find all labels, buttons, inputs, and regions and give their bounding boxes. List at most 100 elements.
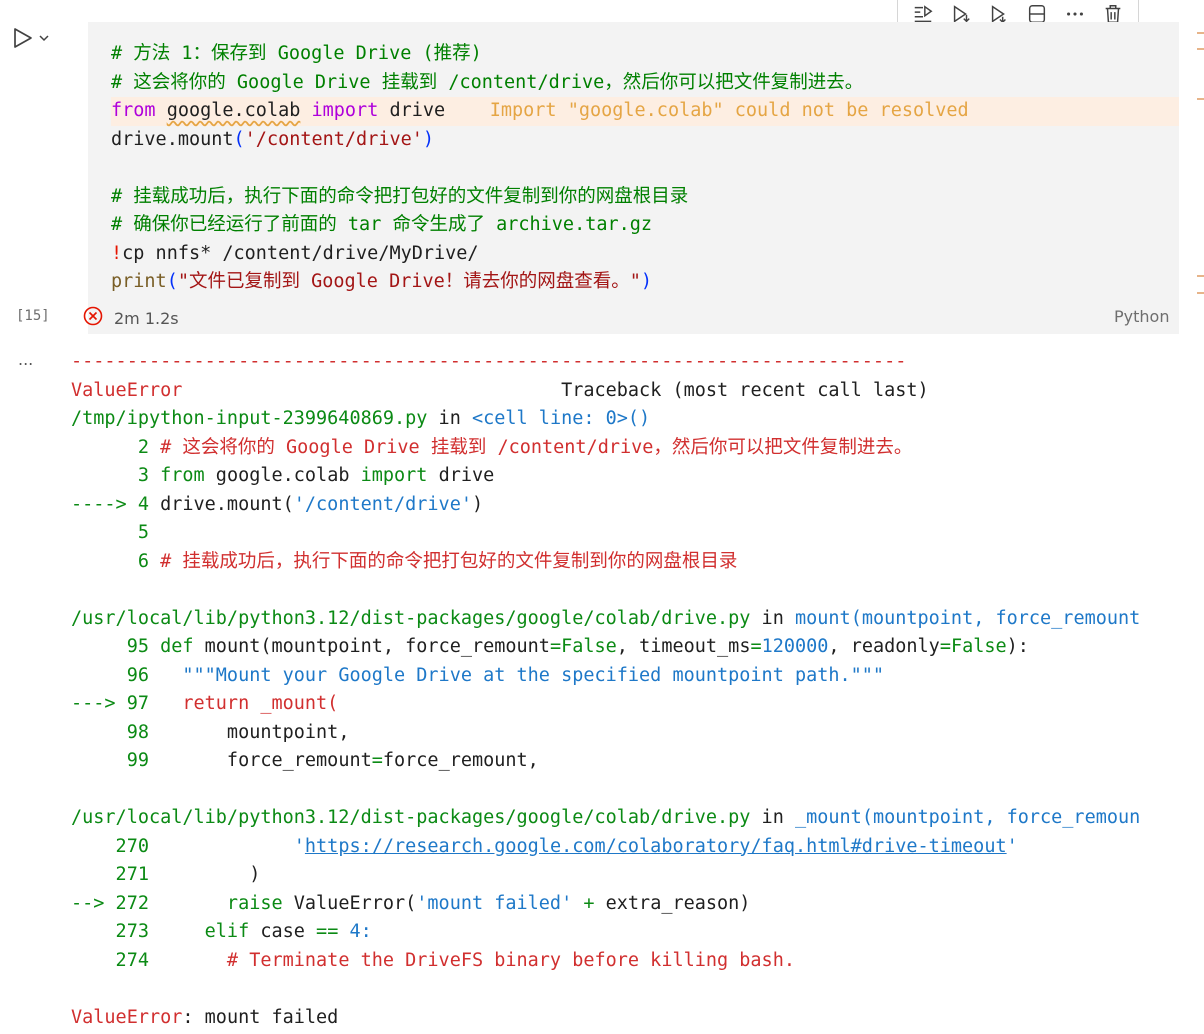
run-cell-control[interactable] <box>12 26 50 50</box>
scroll-mark <box>1197 275 1204 277</box>
signature: mount(mountpoint, force_remount <box>193 636 550 657</box>
op: = <box>371 750 383 771</box>
frame-line: 99 force_remount=force_remount, <box>71 747 1204 776</box>
frame-file: /usr/local/lib/python3.12/dist-packages/… <box>71 607 751 629</box>
param: force_remount <box>148 750 372 771</box>
number: 4: <box>338 921 372 942</box>
frame-args: (mountpoint, force_remoun <box>861 807 1141 828</box>
keyword: return <box>148 693 250 714</box>
function-name: print <box>111 271 167 292</box>
op: = <box>750 636 762 657</box>
keyword: from <box>148 465 205 486</box>
kernel-language-picker[interactable]: Python <box>1114 307 1169 326</box>
code-line: # 方法 1：保存到 Google Drive (推荐) <box>111 40 1179 69</box>
code-cell[interactable]: # 方法 1：保存到 Google Drive (推荐) # 这会将你的 Goo… <box>88 22 1179 334</box>
frame-line: 3 from google.colab import drive <box>71 462 1204 491</box>
name: drive <box>427 465 495 486</box>
error-message: : mount failed <box>182 1006 339 1028</box>
frame-line: 98 mountpoint, <box>71 719 1204 748</box>
param: , readonly <box>828 636 940 657</box>
keyword: raise <box>148 892 283 914</box>
execution-count: [15] <box>16 308 50 324</box>
scroll-mark <box>1197 32 1204 34</box>
line-number: 271 <box>71 864 149 885</box>
chevron-down-icon[interactable] <box>38 32 50 44</box>
line-code: # 挂载成功后，执行下面的命令把打包好的文件复制到你的网盘根目录 <box>148 550 738 572</box>
param: force_remount, <box>382 750 539 771</box>
traceback-header: ValueError Traceback (most recent call l… <box>71 377 1204 406</box>
line-code: ) <box>148 864 261 885</box>
line-number: 273 <box>71 921 149 942</box>
frame-line: 274 # Terminate the DriveFS binary befor… <box>71 947 1204 976</box>
comment: # 方法 1：保存到 Google Drive (推荐) <box>111 43 482 64</box>
line-code: mountpoint, <box>148 721 350 743</box>
call: _mount( <box>249 693 339 714</box>
op: = <box>549 636 562 657</box>
import-name: drive <box>389 100 446 121</box>
frame-line: 273 elif case == 4: <box>71 918 1204 947</box>
code-line: # 这会将你的 Google Drive 挂载到 /content/drive，… <box>111 69 1179 98</box>
docstring: """Mount your Google Drive at the specif… <box>148 664 885 686</box>
string: '/content/drive' <box>293 493 472 515</box>
frame-line: 95 def mount(mountpoint, force_remount=F… <box>71 633 1204 662</box>
call: ValueError( <box>282 892 417 914</box>
keyword: elif <box>148 921 250 942</box>
string: "文件已复制到 Google Drive！请去你的网盘查看。" <box>177 271 641 292</box>
call: drive.mount <box>111 128 234 150</box>
comment: # 这会将你的 Google Drive 挂载到 /content/drive，… <box>111 71 864 93</box>
line-number: 95 <box>71 636 149 657</box>
comment: # Terminate the DriveFS binary before ki… <box>148 949 795 971</box>
shell-command: cp nnfs* /content/drive/MyDrive/ <box>122 242 479 264</box>
scroll-mark <box>1197 48 1204 50</box>
traceback-rule: ----------------------------------------… <box>71 351 907 372</box>
keyword: from <box>111 100 156 121</box>
line-number: 3 <box>71 465 149 486</box>
paren: ) <box>471 493 484 515</box>
faq-link[interactable]: https://research.google.com/colaboratory… <box>305 836 1007 857</box>
frame-location: <cell line: 0>() <box>471 408 651 429</box>
op: = <box>939 636 951 657</box>
frame-header: /tmp/ipython-input-2399640869.py in <cel… <box>71 405 1204 434</box>
module-name[interactable]: google.colab <box>167 100 301 121</box>
frame-line: 96 """Mount your Google Drive at the spe… <box>71 662 1204 691</box>
in-label: in <box>427 408 472 429</box>
line-number: 5 <box>71 522 149 543</box>
line-code: # 这会将你的 Google Drive 挂载到 /content/drive，… <box>148 436 913 458</box>
frame-args: (mountpoint, force_remount <box>850 607 1141 629</box>
code-line-warning: from google.colab import drive Import "g… <box>111 97 1179 126</box>
frame-line: 271 ) <box>71 861 1204 890</box>
frame-line: 5 <box>71 519 1204 548</box>
code-editor[interactable]: # 方法 1：保存到 Google Drive (推荐) # 这会将你的 Goo… <box>111 40 1179 297</box>
name: extra_reason) <box>594 892 751 914</box>
line-number: 6 <box>71 550 149 572</box>
execution-status: 2m 1.2s <box>82 305 179 331</box>
error-name: ValueError <box>71 1006 183 1028</box>
bool: False <box>561 636 617 657</box>
shell-bang: ! <box>111 242 123 264</box>
frame-file: /tmp/ipython-input-2399640869.py <box>71 408 428 429</box>
error-status-icon <box>82 305 104 331</box>
output-more-icon[interactable]: ... <box>18 350 33 369</box>
string: 'mount failed' <box>416 892 573 914</box>
line-number: 274 <box>71 949 149 971</box>
code-line: print("文件已复制到 Google Drive！请去你的网盘查看。") <box>111 271 653 292</box>
cell-output: ----------------------------------------… <box>71 348 1204 1032</box>
line-number: 270 <box>71 835 149 857</box>
run-icon[interactable] <box>12 26 34 50</box>
line-number: 2 <box>71 436 149 458</box>
code-line: drive.mount('/content/drive') <box>111 128 435 150</box>
frame-header: /usr/local/lib/python3.12/dist-packages/… <box>71 605 1204 634</box>
frame-header: /usr/local/lib/python3.12/dist-packages/… <box>71 804 1204 833</box>
code-line: # 确保你已经运行了前面的 tar 命令生成了 archive.tar.gz <box>111 211 1179 240</box>
arrow-marker: ---> 97 <box>71 693 149 714</box>
string: '/content/drive' <box>244 128 423 150</box>
inline-warning: Import "google.colab" could not be resol… <box>489 100 969 121</box>
frame-line: 270 'https://research.google.com/colabor… <box>71 833 1204 862</box>
frame-line: 6 # 挂载成功后，执行下面的命令把打包好的文件复制到你的网盘根目录 <box>71 548 1204 577</box>
keyword: import <box>349 465 428 486</box>
arrow-marker: ----> 4 <box>71 493 149 515</box>
line-number: 96 <box>71 664 149 686</box>
